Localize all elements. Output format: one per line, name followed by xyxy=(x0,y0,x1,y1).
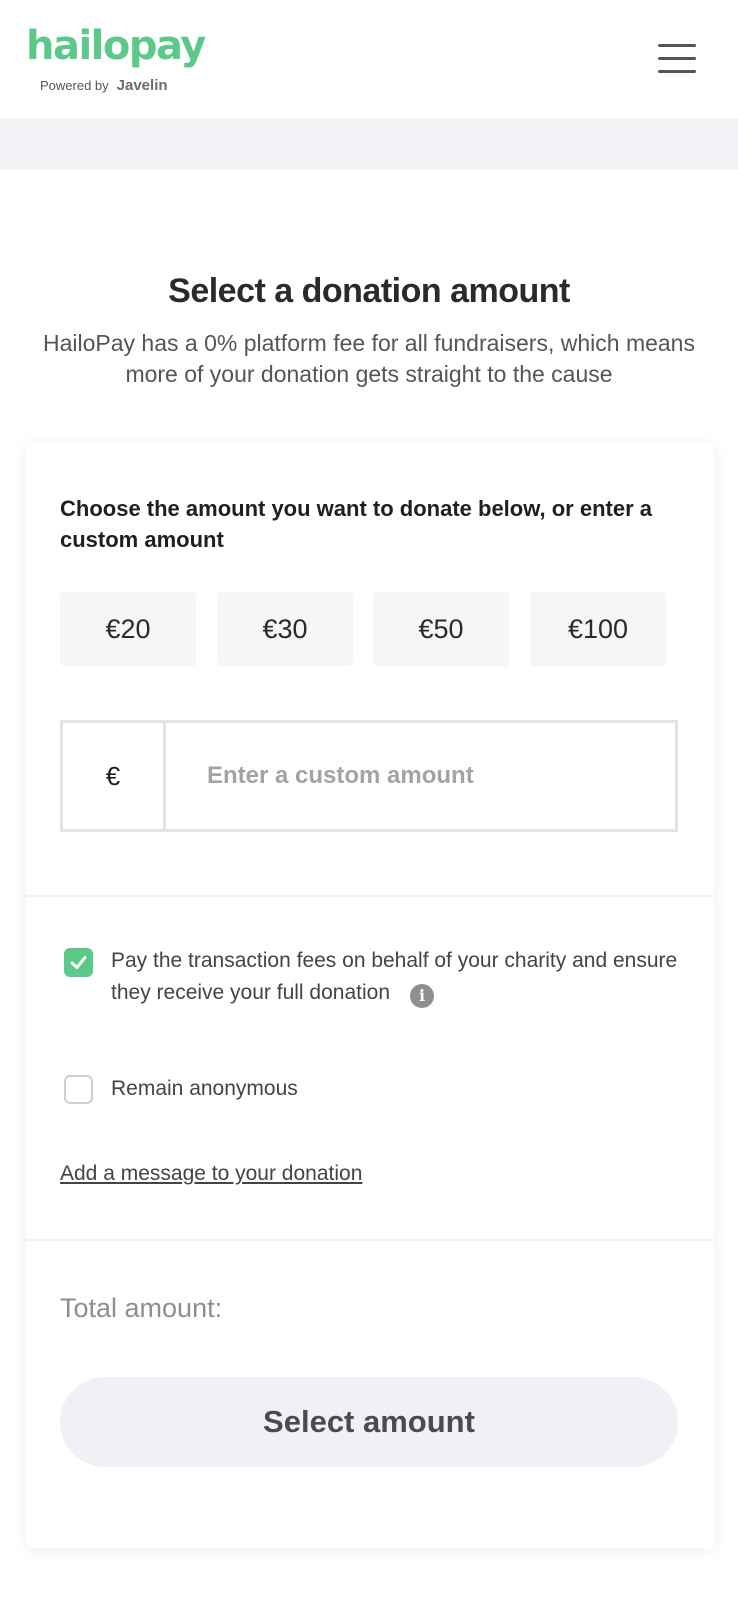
anonymous-label: Remain anonymous xyxy=(111,1077,298,1100)
amount-button-20[interactable]: €20 xyxy=(60,592,196,666)
site-header: hailopay Powered by Javelin xyxy=(0,0,738,118)
header-band xyxy=(0,118,738,170)
select-amount-button[interactable]: Select amount xyxy=(60,1377,678,1467)
powered-by-label: Powered by xyxy=(40,78,109,93)
divider xyxy=(26,895,714,897)
custom-amount-input[interactable] xyxy=(169,723,675,829)
amount-prompt: Choose the amount you want to donate bel… xyxy=(60,496,653,552)
info-icon[interactable]: i xyxy=(410,984,434,1008)
donation-card: Choose the amount you want to donate bel… xyxy=(26,443,714,1548)
pay-fees-checkbox[interactable] xyxy=(64,948,93,977)
hailopay-logo[interactable]: hailopay xyxy=(26,24,206,68)
page-title: Select a donation amount xyxy=(168,272,570,310)
amount-button-100[interactable]: €100 xyxy=(530,592,666,666)
powered-by-line: Powered by Javelin xyxy=(40,77,168,94)
add-message-link[interactable]: Add a message to your donation xyxy=(60,1162,362,1186)
pay-fees-option: Pay the transaction fees on behalf of yo… xyxy=(111,945,686,1009)
total-amount-label: Total amount: xyxy=(60,1293,223,1323)
pay-fees-label: Pay the transaction fees on behalf of yo… xyxy=(111,949,678,1004)
hamburger-menu-icon[interactable] xyxy=(658,42,696,76)
custom-amount-field: € xyxy=(60,720,678,832)
checkmark-icon xyxy=(70,956,87,969)
amount-button-50[interactable]: €50 xyxy=(373,592,509,666)
javelin-brand: Javelin xyxy=(116,77,168,94)
currency-symbol: € xyxy=(63,723,166,829)
amount-button-30[interactable]: €30 xyxy=(217,592,353,666)
anonymous-checkbox[interactable] xyxy=(64,1075,93,1104)
page-subtitle: HailoPay has a 0% platform fee for all f… xyxy=(43,330,695,387)
divider xyxy=(26,1239,714,1241)
